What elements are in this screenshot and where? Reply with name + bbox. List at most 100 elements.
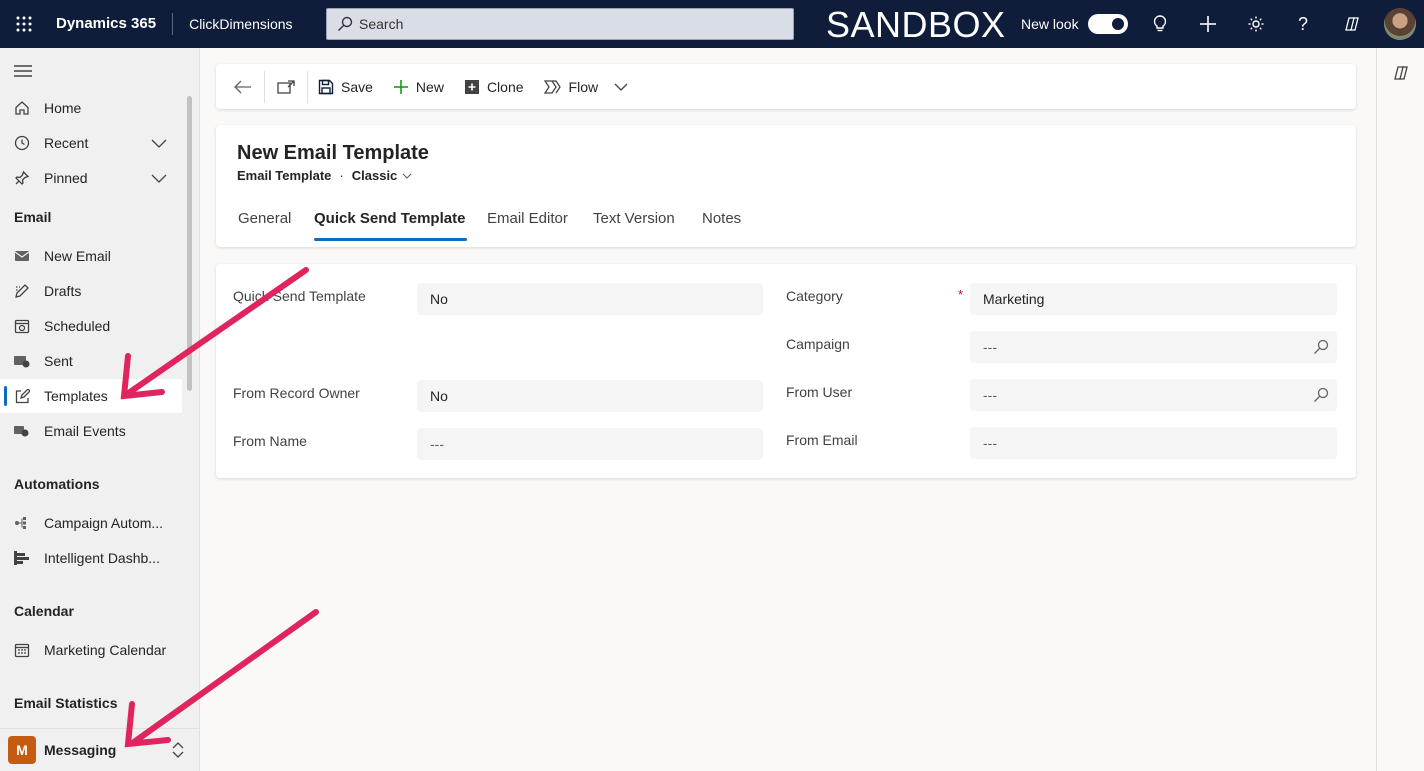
from-name-field[interactable]: --- — [417, 428, 763, 460]
chevron-up-down-icon[interactable] — [171, 741, 185, 764]
hamburger-icon[interactable] — [14, 64, 32, 83]
pin-icon — [0, 170, 44, 186]
field-value: No — [430, 291, 448, 307]
bars-icon — [0, 551, 44, 565]
chevron-down-icon[interactable] — [402, 172, 412, 180]
search-input[interactable]: Search — [326, 8, 794, 40]
flowchart-icon — [0, 516, 44, 530]
calendar-icon — [0, 642, 44, 658]
sidebar-item-label: Marketing Calendar — [44, 642, 167, 658]
edit-icon — [0, 388, 44, 404]
copilot-icon[interactable] — [1340, 12, 1364, 36]
help-icon[interactable]: ? — [1291, 12, 1315, 36]
field-value: --- — [983, 387, 997, 403]
form-section: Quick Send Template No From Record Owner… — [216, 264, 1356, 478]
from-user-lookup[interactable]: --- — [970, 379, 1337, 411]
chevron-down-icon[interactable] — [150, 134, 168, 155]
record-subtitle: Email Template · Classic — [237, 168, 412, 183]
sidebar-scrollbar[interactable] — [187, 96, 192, 391]
form-selector[interactable]: Classic — [352, 168, 398, 183]
drafts-icon — [0, 283, 44, 299]
sidebar-item-templates[interactable]: Templates — [0, 379, 182, 413]
tab-general[interactable]: General — [238, 210, 291, 227]
sidebar-item-pinned[interactable]: Pinned — [0, 161, 182, 195]
field-label-category: Category — [786, 288, 843, 304]
sidebar-item-label: Sent — [44, 353, 73, 369]
new-button[interactable]: New — [383, 64, 454, 109]
quick-send-template-field[interactable]: No — [417, 283, 763, 315]
tab-text-version[interactable]: Text Version — [593, 210, 675, 227]
entity-name: Email Template — [237, 168, 332, 183]
environment-label: SANDBOX — [826, 4, 1006, 45]
record-header: New Email Template Email Template · Clas… — [216, 125, 1356, 247]
search-icon[interactable] — [1313, 339, 1329, 358]
clone-button[interactable]: Clone — [454, 64, 534, 109]
flow-button[interactable]: Flow — [534, 64, 646, 109]
copilot-icon[interactable] — [1392, 64, 1410, 87]
lightbulb-icon[interactable] — [1148, 12, 1172, 36]
chevron-down-icon[interactable] — [614, 82, 628, 92]
sidebar-item-new-email[interactable]: New Email — [0, 239, 182, 273]
new-look-toggle[interactable] — [1088, 14, 1128, 34]
search-placeholder: Search — [359, 16, 404, 32]
sidebar-item-intelligent-dashboard[interactable]: Intelligent Dashb... — [0, 541, 182, 575]
tab-notes[interactable]: Notes — [702, 210, 741, 227]
from-email-field[interactable]: --- — [970, 427, 1337, 459]
sidebar-group-title: Email Statistics — [14, 695, 118, 711]
sent-icon — [0, 354, 44, 368]
search-icon[interactable] — [1313, 387, 1329, 406]
tab-quick-send-template[interactable]: Quick Send Template — [314, 210, 465, 227]
field-value: Marketing — [983, 291, 1045, 307]
campaign-lookup[interactable]: --- — [970, 331, 1337, 363]
sidebar-item-home[interactable]: Home — [0, 91, 182, 125]
brand-name[interactable]: Dynamics 365 — [48, 0, 172, 48]
app-name[interactable]: ClickDimensions — [173, 16, 308, 32]
category-field[interactable]: Marketing — [970, 283, 1337, 315]
flow-label: Flow — [568, 78, 599, 95]
arrow-left-icon — [234, 80, 251, 93]
plus-icon[interactable] — [1196, 12, 1220, 36]
active-tab-indicator — [314, 238, 467, 241]
app-launcher-icon[interactable] — [0, 0, 48, 48]
sidebar-item-label: Recent — [44, 135, 89, 151]
sidebar-item-recent[interactable]: Recent — [0, 126, 182, 160]
field-value: --- — [983, 435, 997, 451]
back-button[interactable] — [216, 64, 264, 109]
chevron-down-icon[interactable] — [150, 169, 168, 190]
area-switcher[interactable]: M Messaging — [0, 728, 199, 771]
sidebar-item-scheduled[interactable]: Scheduled — [0, 309, 182, 343]
field-value: --- — [983, 339, 997, 355]
sidebar-item-sent[interactable]: Sent — [0, 344, 182, 378]
save-button[interactable]: Save — [308, 64, 383, 109]
sidebar-item-label: Campaign Autom... — [44, 515, 164, 531]
clone-label: Clone — [486, 78, 524, 95]
from-record-owner-field[interactable]: No — [417, 380, 763, 412]
tab-email-editor[interactable]: Email Editor — [487, 210, 568, 227]
sidebar-item-label: Drafts — [44, 283, 82, 299]
command-bar: Save New Clone Flow — [216, 64, 1356, 109]
sidebar-item-drafts[interactable]: Drafts — [0, 274, 182, 308]
home-icon — [0, 100, 44, 116]
calendar-clock-icon — [0, 318, 44, 334]
flow-icon — [543, 79, 561, 94]
sidebar-group-title: Calendar — [14, 603, 74, 619]
side-pane-rail — [1376, 48, 1424, 771]
sidebar-group-title: Email — [14, 209, 52, 225]
clone-icon — [464, 79, 479, 94]
new-label: New — [415, 78, 444, 95]
sidebar-item-campaign-automation[interactable]: Campaign Autom... — [0, 506, 182, 540]
open-new-window-button[interactable] — [265, 64, 307, 109]
avatar[interactable] — [1384, 8, 1416, 40]
required-indicator: * — [958, 287, 964, 302]
sidebar-item-marketing-calendar[interactable]: Marketing Calendar — [0, 633, 182, 667]
clock-icon — [0, 135, 44, 151]
sidebar-item-email-events[interactable]: Email Events — [0, 414, 182, 448]
save-icon — [318, 79, 334, 94]
sidebar-item-label: Templates — [44, 388, 108, 404]
gear-icon[interactable] — [1244, 12, 1268, 36]
page-title: New Email Template — [237, 142, 429, 164]
field-label-from-user: From User — [786, 384, 853, 400]
open-in-window-icon — [277, 79, 295, 94]
search-icon — [338, 16, 353, 31]
sidebar-item-label: Email Events — [44, 423, 126, 439]
